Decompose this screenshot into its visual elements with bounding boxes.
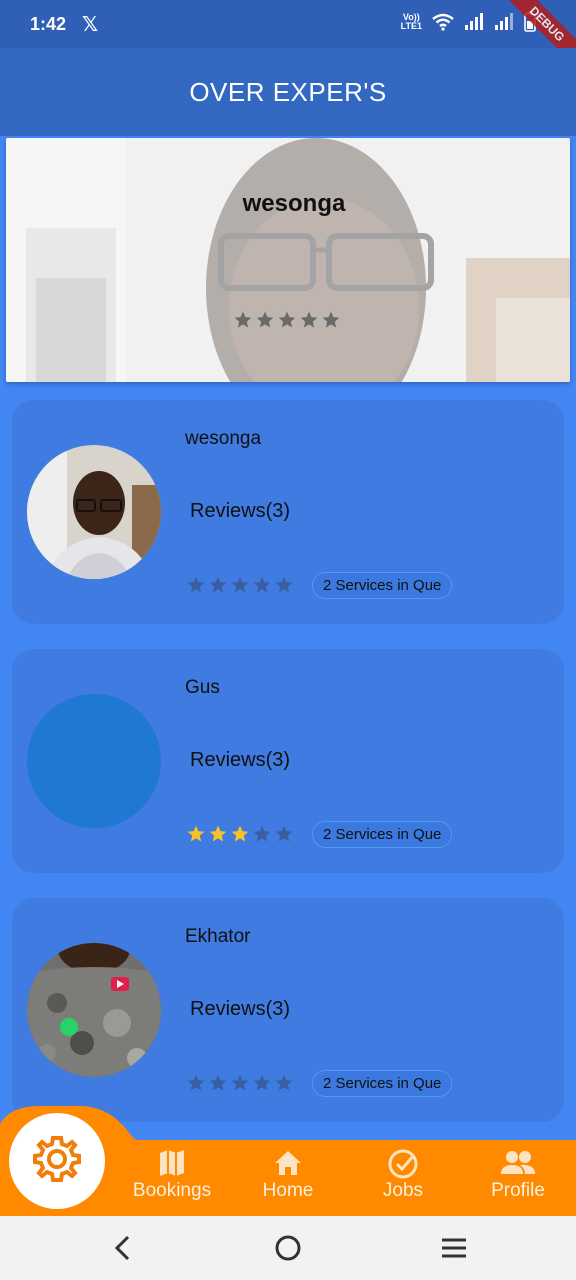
expert-card[interactable]: Ekhator Reviews(3) 2 Services in Que — [12, 898, 564, 1122]
expert-reviews-link[interactable]: Reviews(3) — [190, 500, 290, 523]
status-time: 1:42 — [30, 13, 67, 34]
system-navigation-bar — [0, 1216, 576, 1280]
volte-indicator: Vo)) LTE1 — [400, 12, 422, 31]
featured-overlay — [6, 138, 570, 382]
nav-bookings[interactable]: Bookings — [117, 1148, 227, 1202]
nav-home[interactable]: Home — [233, 1148, 343, 1202]
home-button-icon[interactable] — [274, 1234, 302, 1267]
expert-name: wesonga — [185, 428, 262, 449]
check-circle-icon — [348, 1148, 458, 1179]
nav-home-label: Home — [262, 1180, 314, 1201]
nav-jobs-label: Jobs — [382, 1180, 424, 1201]
expert-avatar — [27, 445, 161, 579]
expert-reviews-link[interactable]: Reviews(3) — [190, 749, 290, 772]
recents-icon[interactable] — [440, 1234, 468, 1267]
expert-avatar — [27, 943, 161, 1077]
x-logo-icon: 𝕏 — [82, 13, 99, 36]
services-queue-chip: 2 Services in Que — [312, 1070, 453, 1097]
nav-bookings-label: Bookings — [132, 1180, 212, 1201]
expert-rating-stars — [186, 575, 294, 595]
star-empty-icon — [186, 1073, 206, 1093]
back-icon[interactable] — [112, 1234, 134, 1267]
featured-rating-stars — [233, 310, 341, 330]
app-bar: OVER EXPER'S — [0, 48, 576, 136]
nav-profile[interactable]: Profile — [463, 1148, 573, 1202]
star-empty-icon — [230, 575, 250, 595]
expert-name: Ekhator — [185, 926, 251, 947]
star-empty-icon — [208, 575, 228, 595]
page-title: OVER EXPER'S — [189, 76, 387, 107]
featured-expert-name: wesonga — [242, 190, 346, 217]
star-empty-icon — [277, 310, 297, 330]
status-icons: Vo)) LTE1 — [401, 12, 536, 32]
gear-icon — [32, 1134, 82, 1189]
signal-icon-2 — [494, 13, 514, 31]
nav-jobs[interactable]: Jobs — [348, 1148, 458, 1202]
star-empty-icon — [274, 824, 294, 844]
status-bar: 1:42 𝕏 Vo)) LTE1 — [0, 0, 576, 48]
services-queue-chip: 2 Services in Que — [312, 572, 453, 599]
star-empty-icon — [208, 1073, 228, 1093]
signal-icon — [464, 13, 484, 31]
star-empty-icon — [252, 1073, 272, 1093]
star-empty-icon — [233, 310, 253, 330]
star-empty-icon — [299, 310, 319, 330]
wifi-icon — [432, 13, 454, 31]
star-empty-icon — [252, 575, 272, 595]
star-empty-icon — [321, 310, 341, 330]
expert-card[interactable]: wesonga Reviews(3) 2 Services in Que — [12, 400, 564, 624]
star-empty-icon — [255, 310, 275, 330]
expert-rating-stars — [186, 1073, 294, 1093]
services-queue-chip: 2 Services in Que — [312, 821, 453, 848]
people-icon — [463, 1148, 573, 1178]
expert-card[interactable]: Gus Reviews(3) 2 Services in Que — [12, 649, 564, 873]
expert-reviews-link[interactable]: Reviews(3) — [190, 998, 290, 1021]
nav-profile-label: Profile — [491, 1180, 545, 1201]
settings-fab[interactable] — [9, 1113, 105, 1209]
star-empty-icon — [274, 1073, 294, 1093]
star-filled-icon — [186, 824, 206, 844]
home-icon — [233, 1148, 343, 1178]
star-empty-icon — [274, 575, 294, 595]
star-empty-icon — [252, 824, 272, 844]
star-empty-icon — [230, 1073, 250, 1093]
star-filled-icon — [230, 824, 250, 844]
star-filled-icon — [208, 824, 228, 844]
expert-name: Gus — [185, 677, 220, 698]
star-empty-icon — [186, 575, 206, 595]
expert-rating-stars — [186, 824, 294, 844]
expert-avatar-placeholder — [27, 694, 161, 828]
map-icon — [117, 1148, 227, 1178]
featured-expert-banner[interactable]: wesonga — [6, 138, 570, 382]
